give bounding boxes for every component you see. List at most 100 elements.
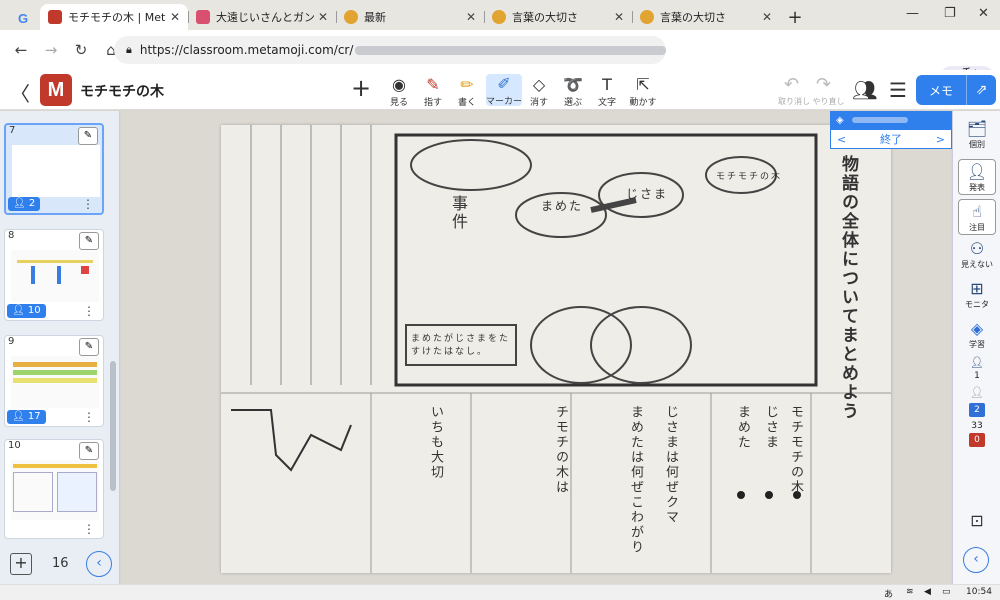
tool-marker[interactable]: ✐ マーカー <box>486 74 522 107</box>
marker-icon: ✐ <box>497 74 511 93</box>
page-sidebar: 7 ✎ 👤︎ 2 ⋮ 8 ✎ 👤︎ 10 ⋮ 9 ✎ 👤︎ 17 ⋮ 10 ✎ <box>0 111 120 584</box>
hide-button[interactable]: ⚇ 見えない <box>953 239 1000 270</box>
address-field[interactable]: 🔒︎ https://classroom.metamoji.com/cr/ <box>114 36 666 64</box>
node-jisama: じさま <box>626 187 669 201</box>
node-jiken: 事件 <box>449 195 468 231</box>
seat-chart-button[interactable]: ⊡ <box>953 511 1000 531</box>
tool-write[interactable]: ✏ 書く <box>450 75 484 108</box>
next-button[interactable]: > <box>930 133 951 146</box>
edit-page-icon[interactable]: ✎ <box>79 338 99 356</box>
text-icon: T <box>602 75 612 94</box>
tool-view[interactable]: ◉ 見る <box>382 75 416 108</box>
tool-point[interactable]: ✎ 指す <box>416 75 450 108</box>
page-favicon-icon <box>196 10 210 24</box>
tab-2[interactable]: 大遠じいさんとガン ✕ <box>188 4 336 30</box>
edit-page-icon[interactable]: ✎ <box>79 442 99 460</box>
hand-icon: ☝ <box>972 202 982 221</box>
group-icon: ⚇ <box>969 239 985 258</box>
eye-icon: ◉ <box>392 75 406 94</box>
tab-1[interactable]: モチモチの木 | Meta ✕ <box>40 4 188 30</box>
menu-icon[interactable]: ☰ <box>889 78 907 102</box>
tab-title: 最新 <box>364 11 386 24</box>
tab-4[interactable]: 言葉の大切さ ✕ <box>484 4 632 30</box>
monitor-button[interactable]: ⊞ モニタ <box>953 279 1000 310</box>
answer-column: まめた <box>735 405 750 450</box>
present-button[interactable]: 👤︎ 発表 <box>958 159 996 195</box>
note-canvas[interactable]: 物語の全体についてまとめよう まめた じさま モチモチの木 事件 まめたがじさま… <box>121 111 951 584</box>
count-b: 2 <box>969 403 985 417</box>
page-thumbnail <box>11 460 99 520</box>
attention-button[interactable]: ☝ 注目 <box>958 199 996 235</box>
metamoji-logo: M <box>40 74 72 106</box>
participants-icon[interactable]: 👥︎ <box>852 78 877 102</box>
close-tab-icon[interactable]: ✕ <box>466 10 476 24</box>
page-thumb-10[interactable]: 10 ✎ ⋮ <box>4 439 104 539</box>
node-mochimochi: モチモチの木 <box>716 172 783 182</box>
page-more-icon[interactable]: ⋮ <box>82 197 94 211</box>
os-taskbar: あ ≋ ◀ ▭ 10:54 <box>0 584 1000 600</box>
address-toolbar: ← → ↻ ⌂ 🔒︎ https://classroom.metamoji.co… <box>0 30 1000 95</box>
close-window-button[interactable]: ✕ <box>978 6 989 21</box>
learning-button[interactable]: ◈ 学習 <box>953 319 1000 350</box>
pencil-icon: ✏ <box>460 75 474 94</box>
summary-note: まめたがじさまをたすけたはなし。 <box>411 334 511 357</box>
page-more-icon[interactable]: ⋮ <box>83 410 95 424</box>
prev-button[interactable]: < <box>831 133 852 146</box>
tool-move[interactable]: ⇱ 動かす <box>626 75 660 108</box>
page-thumbnail <box>11 356 99 408</box>
page-more-icon[interactable]: ⋮ <box>83 304 95 318</box>
add-button[interactable]: + <box>351 74 371 102</box>
close-tab-icon[interactable]: ✕ <box>170 10 180 24</box>
page-thumb-7[interactable]: 7 ✎ 👤︎ 2 ⋮ <box>4 123 104 215</box>
page-count: 16 <box>52 556 69 571</box>
memo-button[interactable]: メモ <box>916 75 966 105</box>
person-icon: 👤︎ <box>970 356 984 369</box>
overlay-header: ◈ <box>830 111 952 129</box>
add-page-button[interactable]: + <box>10 553 32 575</box>
tab-google[interactable]: G <box>6 6 40 30</box>
sidebar-scrollbar[interactable] <box>110 361 116 491</box>
volume-icon[interactable]: ◀ <box>924 587 931 597</box>
forward-arrow-icon[interactable]: → <box>36 41 66 59</box>
page-number: 7 <box>9 125 16 136</box>
tool-erase[interactable]: ◇ 消す <box>522 75 556 108</box>
refresh-icon[interactable]: ↻ <box>66 41 96 59</box>
expand-panel-button[interactable]: ‹ <box>963 547 989 573</box>
ime-indicator[interactable]: あ <box>884 587 893 600</box>
end-button[interactable]: 終了 <box>874 131 908 147</box>
tool-text[interactable]: T 文字 <box>590 75 624 108</box>
close-tab-icon[interactable]: ✕ <box>762 10 772 24</box>
grid-icon: ⊞ <box>970 279 984 298</box>
app-header: 〈 M モチモチの木 + ◉ 見る ✎ 指す ✏ 書く ✐ マーカー ◇ 消す ➰ 選ぶ T… <box>0 70 1000 110</box>
page-thumbnail <box>11 250 99 302</box>
back-button[interactable]: 〈 <box>10 78 30 107</box>
battery-icon[interactable]: ▭ <box>942 587 951 597</box>
back-arrow-icon[interactable]: ← <box>6 41 36 59</box>
new-tab-button[interactable]: + <box>780 4 810 30</box>
collapse-sidebar-button[interactable]: ‹ <box>86 551 112 577</box>
tab-3[interactable]: 最新 ✕ <box>336 4 484 30</box>
tool-select[interactable]: ➰ 選ぶ <box>556 75 590 108</box>
redo-icon[interactable]: ↷ <box>816 74 831 95</box>
user-count-badge: 👤︎ 2 <box>8 197 41 211</box>
edit-page-icon[interactable]: ✎ <box>78 127 98 145</box>
individual-button[interactable]: 🗂︎ 個別 <box>953 119 1000 150</box>
minimize-button[interactable]: — <box>906 6 919 21</box>
external-open-icon[interactable]: ⇗ <box>966 75 996 105</box>
page-thumb-8[interactable]: 8 ✎ 👤︎ 10 ⋮ <box>4 229 104 321</box>
tab-5[interactable]: 言葉の大切さ ✕ <box>632 4 780 30</box>
right-panel: 🗂︎ 個別 👤︎ 発表 ☝ 注目 ⚇ 見えない ⊞ モニタ ◈ 学習 👤︎ 1 👤︎ 2 3… <box>952 111 1000 584</box>
page-more-icon[interactable]: ⋮ <box>83 522 95 536</box>
metamoji-favicon-icon <box>48 10 62 24</box>
close-tab-icon[interactable]: ✕ <box>318 10 328 24</box>
tab-title: 言葉の大切さ <box>512 11 578 24</box>
answer-column: まめたは何ぜこわがり <box>628 405 643 555</box>
tab-title: モチモチの木 | Meta <box>68 11 166 24</box>
edit-page-icon[interactable]: ✎ <box>79 232 99 250</box>
session-overlay: ◈ < 終了 > <box>830 111 952 149</box>
close-tab-icon[interactable]: ✕ <box>614 10 624 24</box>
undo-icon[interactable]: ↶ <box>784 74 799 95</box>
restore-button[interactable]: ❐ <box>944 6 956 21</box>
page-thumb-9[interactable]: 9 ✎ 👤︎ 17 ⋮ <box>4 335 104 427</box>
wifi-icon[interactable]: ≋ <box>906 587 914 597</box>
